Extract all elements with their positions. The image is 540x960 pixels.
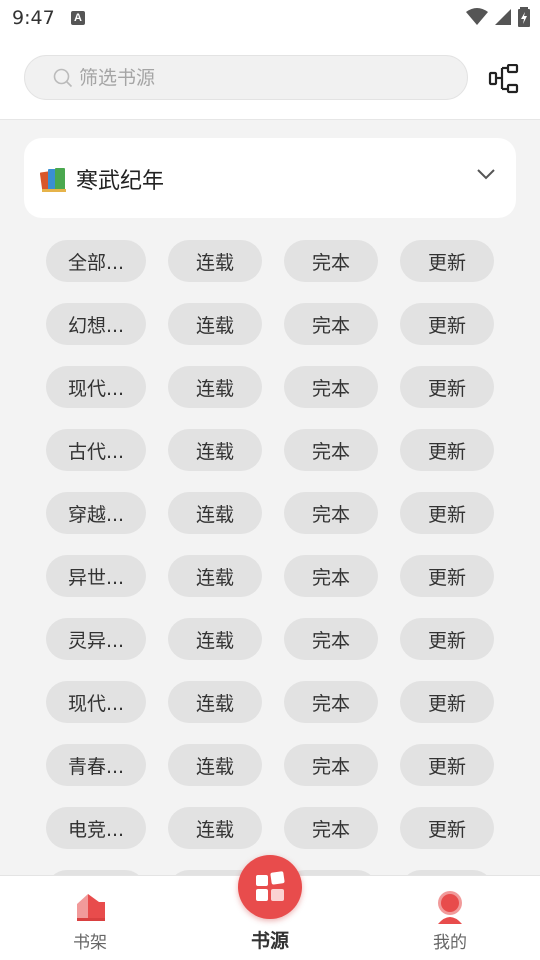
nav-bookshelf[interactable]: 书架 xyxy=(30,876,150,960)
source-tree-icon[interactable] xyxy=(488,64,520,94)
serializing-tag[interactable]: 连载 xyxy=(168,303,262,345)
profile-icon xyxy=(438,891,462,924)
category-chip[interactable]: 异世... xyxy=(46,555,146,597)
category-chip[interactable]: 青春... xyxy=(46,744,146,786)
serializing-tag[interactable]: 连载 xyxy=(168,618,262,660)
category-chip[interactable]: 古代... xyxy=(46,429,146,471)
category-row: 穿越... 连载 完本 更新 xyxy=(0,492,540,534)
serializing-tag[interactable]: 连载 xyxy=(168,366,262,408)
updated-tag[interactable]: 更新 xyxy=(400,555,494,597)
completed-tag[interactable]: 完本 xyxy=(284,744,378,786)
updated-tag[interactable]: 更新 xyxy=(400,744,494,786)
category-chip[interactable]: 现代... xyxy=(46,681,146,723)
updated-tag[interactable]: 更新 xyxy=(400,681,494,723)
completed-tag[interactable]: 完本 xyxy=(284,492,378,534)
category-chip[interactable]: 电竞... xyxy=(46,807,146,849)
source-selector-card[interactable]: 寒武纪年 xyxy=(24,138,516,218)
source-title: 寒武纪年 xyxy=(76,169,165,194)
category-row: 幻想... 连载 完本 更新 xyxy=(0,303,540,345)
wifi-icon xyxy=(466,8,488,25)
nav-bookshelf-label: 书架 xyxy=(73,933,107,953)
category-row: 古代... 连载 完本 更新 xyxy=(0,429,540,471)
updated-tag[interactable]: 更新 xyxy=(400,303,494,345)
nav-mine-label: 我的 xyxy=(433,933,467,953)
completed-tag[interactable]: 完本 xyxy=(284,555,378,597)
category-row: 电竞... 连载 完本 更新 xyxy=(0,807,540,849)
completed-tag[interactable]: 完本 xyxy=(284,429,378,471)
category-row: 灵异... 连载 完本 更新 xyxy=(0,618,540,660)
serializing-tag[interactable]: 连载 xyxy=(168,240,262,282)
completed-tag[interactable]: 完本 xyxy=(284,366,378,408)
category-chip[interactable]: 穿越... xyxy=(46,492,146,534)
category-chip[interactable]: 全部... xyxy=(46,240,146,282)
header xyxy=(0,36,540,120)
updated-tag[interactable]: 更新 xyxy=(400,240,494,282)
category-row: 现代... 连载 完本 更新 xyxy=(0,366,540,408)
serializing-tag[interactable]: 连载 xyxy=(168,429,262,471)
nav-source-label: 书源 xyxy=(250,930,289,952)
completed-tag[interactable]: 完本 xyxy=(284,681,378,723)
serializing-tag[interactable]: 连载 xyxy=(168,492,262,534)
category-row: 青春... 连载 完本 更新 xyxy=(0,744,540,786)
category-chip[interactable]: 幻想... xyxy=(46,303,146,345)
serializing-tag[interactable]: 连载 xyxy=(168,744,262,786)
completed-tag[interactable]: 完本 xyxy=(284,618,378,660)
category-row: 全部... 连载 完本 更新 xyxy=(0,240,540,282)
bookshelf-icon xyxy=(77,894,105,921)
updated-tag[interactable]: 更新 xyxy=(400,807,494,849)
status-bar: 9:47 A xyxy=(0,0,540,36)
notification-a-icon: A xyxy=(71,11,85,25)
chevron-down-icon[interactable] xyxy=(476,168,496,180)
serializing-tag[interactable]: 连载 xyxy=(168,807,262,849)
book-source-fab[interactable] xyxy=(238,855,302,919)
updated-tag[interactable]: 更新 xyxy=(400,366,494,408)
serializing-tag[interactable]: 连载 xyxy=(168,555,262,597)
completed-tag[interactable]: 完本 xyxy=(284,303,378,345)
status-time: 9:47 xyxy=(12,7,55,29)
battery-icon xyxy=(518,7,530,27)
search-input[interactable] xyxy=(79,56,449,99)
status-icons xyxy=(466,6,530,28)
search-icon xyxy=(53,68,73,88)
search-bar[interactable] xyxy=(24,55,468,100)
grid-icon xyxy=(256,871,285,901)
completed-tag[interactable]: 完本 xyxy=(284,240,378,282)
category-chip[interactable]: 现代... xyxy=(46,366,146,408)
category-row: 异世... 连载 完本 更新 xyxy=(0,555,540,597)
books-icon xyxy=(40,168,66,192)
category-row: 现代... 连载 完本 更新 xyxy=(0,681,540,723)
category-chip[interactable]: 灵异... xyxy=(46,618,146,660)
updated-tag[interactable]: 更新 xyxy=(400,429,494,471)
serializing-tag[interactable]: 连载 xyxy=(168,681,262,723)
signal-icon xyxy=(495,9,511,25)
updated-tag[interactable]: 更新 xyxy=(400,492,494,534)
completed-tag[interactable]: 完本 xyxy=(284,807,378,849)
nav-mine[interactable]: 我的 xyxy=(390,876,510,960)
updated-tag[interactable]: 更新 xyxy=(400,618,494,660)
